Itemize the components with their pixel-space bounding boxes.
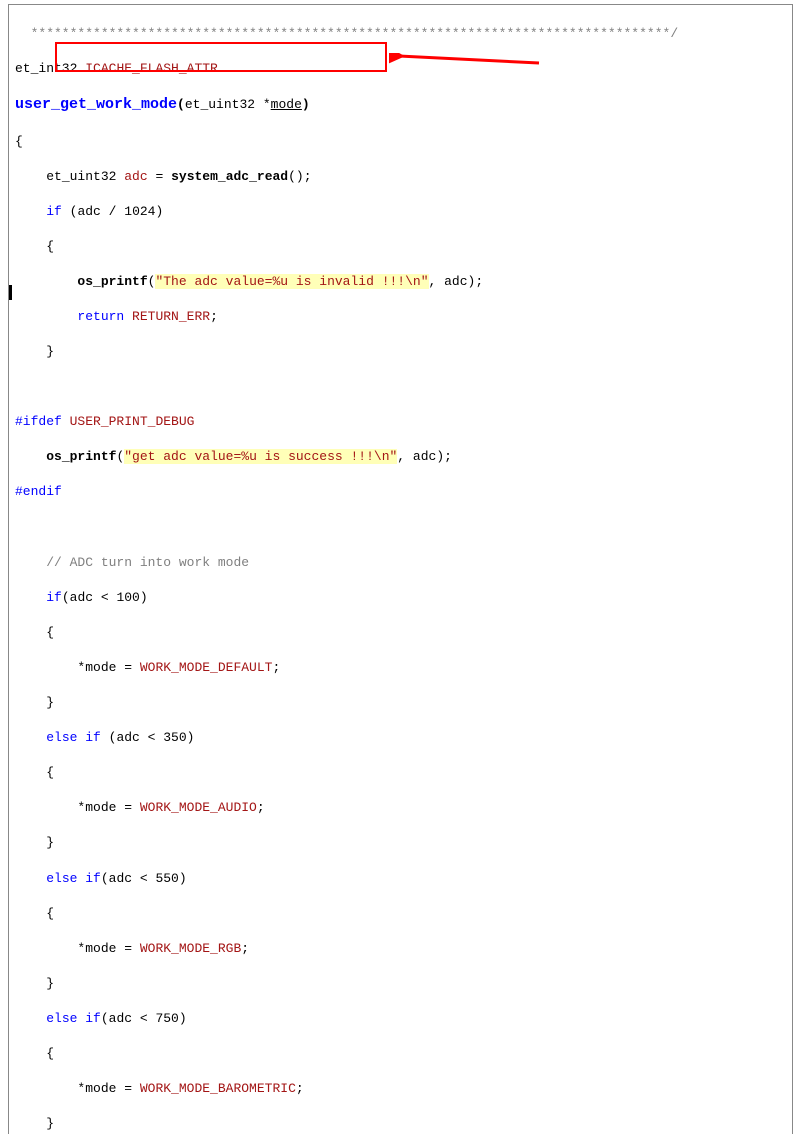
debug-macro: USER_PRINT_DEBUG [70,414,195,429]
param-name: mode [271,97,302,112]
work-mode-audio: WORK_MODE_AUDIO [140,800,257,815]
param-type: et_uint32 [185,97,255,112]
if-keyword: if [46,590,62,605]
endif: #endif [15,484,62,499]
function-name: user_get_work_mode [15,96,177,113]
if-keyword: if [46,204,62,219]
work-mode-rgb: WORK_MODE_RGB [140,941,241,956]
os-printf: os_printf [46,449,116,464]
mode-var: mode [85,660,116,675]
elseif-keyword: else if [46,730,101,745]
condition: adc < 550 [109,871,179,886]
adc-type: et_uint32 [46,169,116,184]
condition: adc < 100 [70,590,140,605]
return-err: RETURN_ERR [132,309,210,324]
ifdef: #ifdef [15,414,62,429]
code-editor: ****************************************… [8,4,793,1134]
return-type: et_int32 [15,61,77,76]
comment-close: */ [663,26,679,41]
flash-attr: ICACHE_FLASH_ATTR [85,61,218,76]
condition: adc < 350 [116,730,186,745]
work-mode-barometric: WORK_MODE_BAROMETRIC [140,1081,296,1096]
os-printf: os_printf [77,274,147,289]
string-literal: "get adc value=%u is success !!!\n" [124,449,397,464]
comment-stars: ****************************************… [15,26,663,41]
text-cursor [9,285,12,300]
work-mode-default: WORK_MODE_DEFAULT [140,660,273,675]
return-keyword: return [77,309,124,324]
string-literal: "The adc value=%u is invalid !!!\n" [155,274,428,289]
brace: { [15,134,23,149]
adc-var: adc [124,169,147,184]
comment-line: // ADC turn into work mode [46,555,249,570]
condition: adc < 750 [109,1011,179,1026]
system-adc-read: system_adc_read [171,169,288,184]
